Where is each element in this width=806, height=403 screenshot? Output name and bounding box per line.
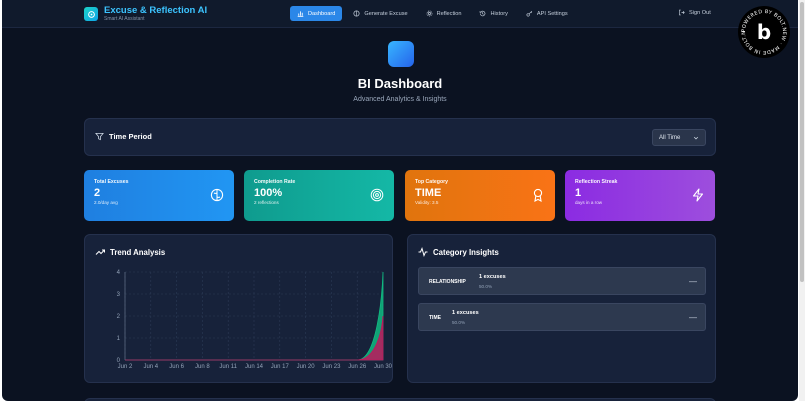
page-subtitle: Advanced Analytics & Insights [353, 96, 447, 103]
stat-note: 2.0/day avg [94, 200, 118, 205]
key-icon [526, 10, 533, 17]
insight-category: TIME [429, 315, 441, 321]
x-tick-label: Jun 6 [169, 364, 184, 370]
nav-label: History [490, 10, 508, 17]
scrollbar[interactable] [799, 0, 805, 401]
insight-row[interactable]: RELATIONSHIP 1 excuses 50.0% — [418, 267, 706, 295]
svg-text:POWERED BY BOLT.NEW · MADE IN: POWERED BY BOLT.NEW · MADE IN BOLT.NEW · [738, 6, 787, 55]
y-tick-label: 2 [117, 314, 121, 320]
insight-row[interactable]: TIME 1 excuses 50.0% — [418, 303, 706, 331]
time-period-select[interactable]: All Time [652, 129, 706, 146]
nav-label: Generate Excuse [364, 10, 408, 17]
x-tick-label: Jun 23 [322, 364, 341, 370]
trend-analysis-panel: Trend Analysis 0 1 2 3 4 Jun 2 Jun 4 Jun 6 Jun 8… [84, 234, 393, 383]
stat-value: 2 [94, 187, 101, 199]
nav-generate-excuse[interactable]: Generate Excuse [346, 6, 414, 21]
nav-label: API Settings [536, 10, 568, 17]
activity-icon [418, 247, 428, 257]
brain-icon [353, 10, 360, 17]
history-icon [480, 10, 486, 17]
app-subtitle: Smart AI Assistant [104, 16, 145, 22]
brain-icon [210, 188, 224, 202]
bar-chart-icon [297, 11, 304, 17]
stat-card-total-excuses: Total Excuses 2 2.0/day avg [84, 170, 234, 221]
insight-count: 1 excuses [452, 310, 479, 316]
stat-note: days in a row [575, 200, 603, 205]
insight-trend: — [689, 313, 697, 322]
award-icon [533, 188, 543, 202]
stat-note: Validity: 3.5 [415, 200, 439, 205]
bolt-icon [692, 188, 704, 202]
target-icon [370, 188, 384, 202]
insight-count: 1 excuses [479, 274, 506, 280]
app-title: Excuse & Reflection AI [104, 5, 208, 16]
stat-label: Total Excuses [94, 179, 129, 185]
top-navbar: Excuse & Reflection AI Smart AI Assistan… [2, 0, 798, 28]
stat-value: TIME [415, 187, 442, 199]
x-tick-label: Jun 17 [271, 364, 290, 370]
nav-history[interactable]: History [472, 6, 514, 21]
stat-note: 2 reflections [254, 200, 279, 205]
app-window: Excuse & Reflection AI Smart AI Assistan… [2, 0, 798, 401]
insight-trend: — [689, 277, 697, 286]
x-tick-label: Jun 11 [219, 364, 237, 370]
dashboard-hero-icon [388, 41, 414, 67]
gear-icon [426, 10, 432, 17]
x-tick-label: Jun 2 [118, 364, 133, 370]
x-tick-label: Jun 14 [245, 364, 264, 370]
nav-dashboard[interactable]: Dashboard [290, 6, 343, 21]
main-nav: Dashboard Generate Excuse Reflection His… [290, 6, 575, 21]
time-period-label: Time Period [109, 132, 152, 141]
brand[interactable]: Excuse & Reflection AI Smart AI Assistan… [84, 5, 207, 23]
stat-value: 1 [575, 187, 582, 199]
nav-label: Dashboard [308, 10, 336, 17]
x-tick-label: Jun 4 [143, 364, 158, 370]
nav-api-settings[interactable]: API Settings [519, 6, 575, 21]
y-tick-label: 1 [117, 336, 121, 342]
category-insights-panel: Category Insights RELATIONSHIP 1 excuses… [407, 234, 716, 383]
x-tick-label: Jun 8 [195, 364, 210, 370]
trend-area-chart: 01234Jun 2 Jun 4 Jun 6 Jun 8 Jun 11 Jun 14 Jun… [117, 270, 393, 370]
next-section-edge [84, 398, 716, 401]
scrollbar-thumb[interactable] [800, 2, 804, 282]
stat-label: Top Category [415, 179, 449, 185]
page-title: BI Dashboard [357, 76, 443, 91]
bolt-badge[interactable]: POWERED BY BOLT.NEW · MADE IN BOLT.NEW ·… [738, 6, 790, 58]
time-period-value: All Time [659, 134, 681, 141]
stat-label: Reflection Streak [575, 179, 618, 185]
stat-card-top-category: Top Category TIME Validity: 3.5 [405, 170, 555, 221]
y-tick-label: 4 [117, 270, 121, 276]
x-tick-label: Jun 20 [297, 364, 316, 370]
chevron-down-icon [693, 136, 699, 139]
time-period-panel: Time Period All Time [84, 118, 716, 156]
x-tick-label: Jun 26 [348, 364, 367, 370]
sign-out-label: Sign Out [689, 9, 711, 16]
filter-icon [95, 132, 104, 141]
nav-reflection[interactable]: Reflection [419, 6, 469, 21]
y-tick-label: 3 [117, 292, 121, 298]
insight-percent: 50.0% [479, 284, 493, 289]
x-tick-label: Jun 30 [374, 364, 393, 370]
sign-out-button[interactable]: Sign Out [678, 9, 711, 16]
app-logo-icon [84, 7, 98, 21]
nav-label: Reflection [436, 10, 462, 17]
insight-category: RELATIONSHIP [429, 279, 466, 285]
stat-card-reflection-streak: Reflection Streak 1 days in a row [565, 170, 715, 221]
stat-label: Completion Rate [254, 179, 296, 185]
logout-icon [679, 9, 685, 16]
badge-text: POWERED BY BOLT.NEW · MADE IN BOLT.NEW · [738, 6, 787, 55]
stat-card-completion-rate: Completion Rate 100% 2 reflections [244, 170, 394, 221]
category-insights-title: Category Insights [433, 247, 499, 257]
insight-percent: 50.0% [452, 320, 466, 325]
stat-value: 100% [254, 187, 283, 199]
badge-ring-text: POWERED BY BOLT.NEW · MADE IN BOLT.NEW · [738, 6, 787, 55]
